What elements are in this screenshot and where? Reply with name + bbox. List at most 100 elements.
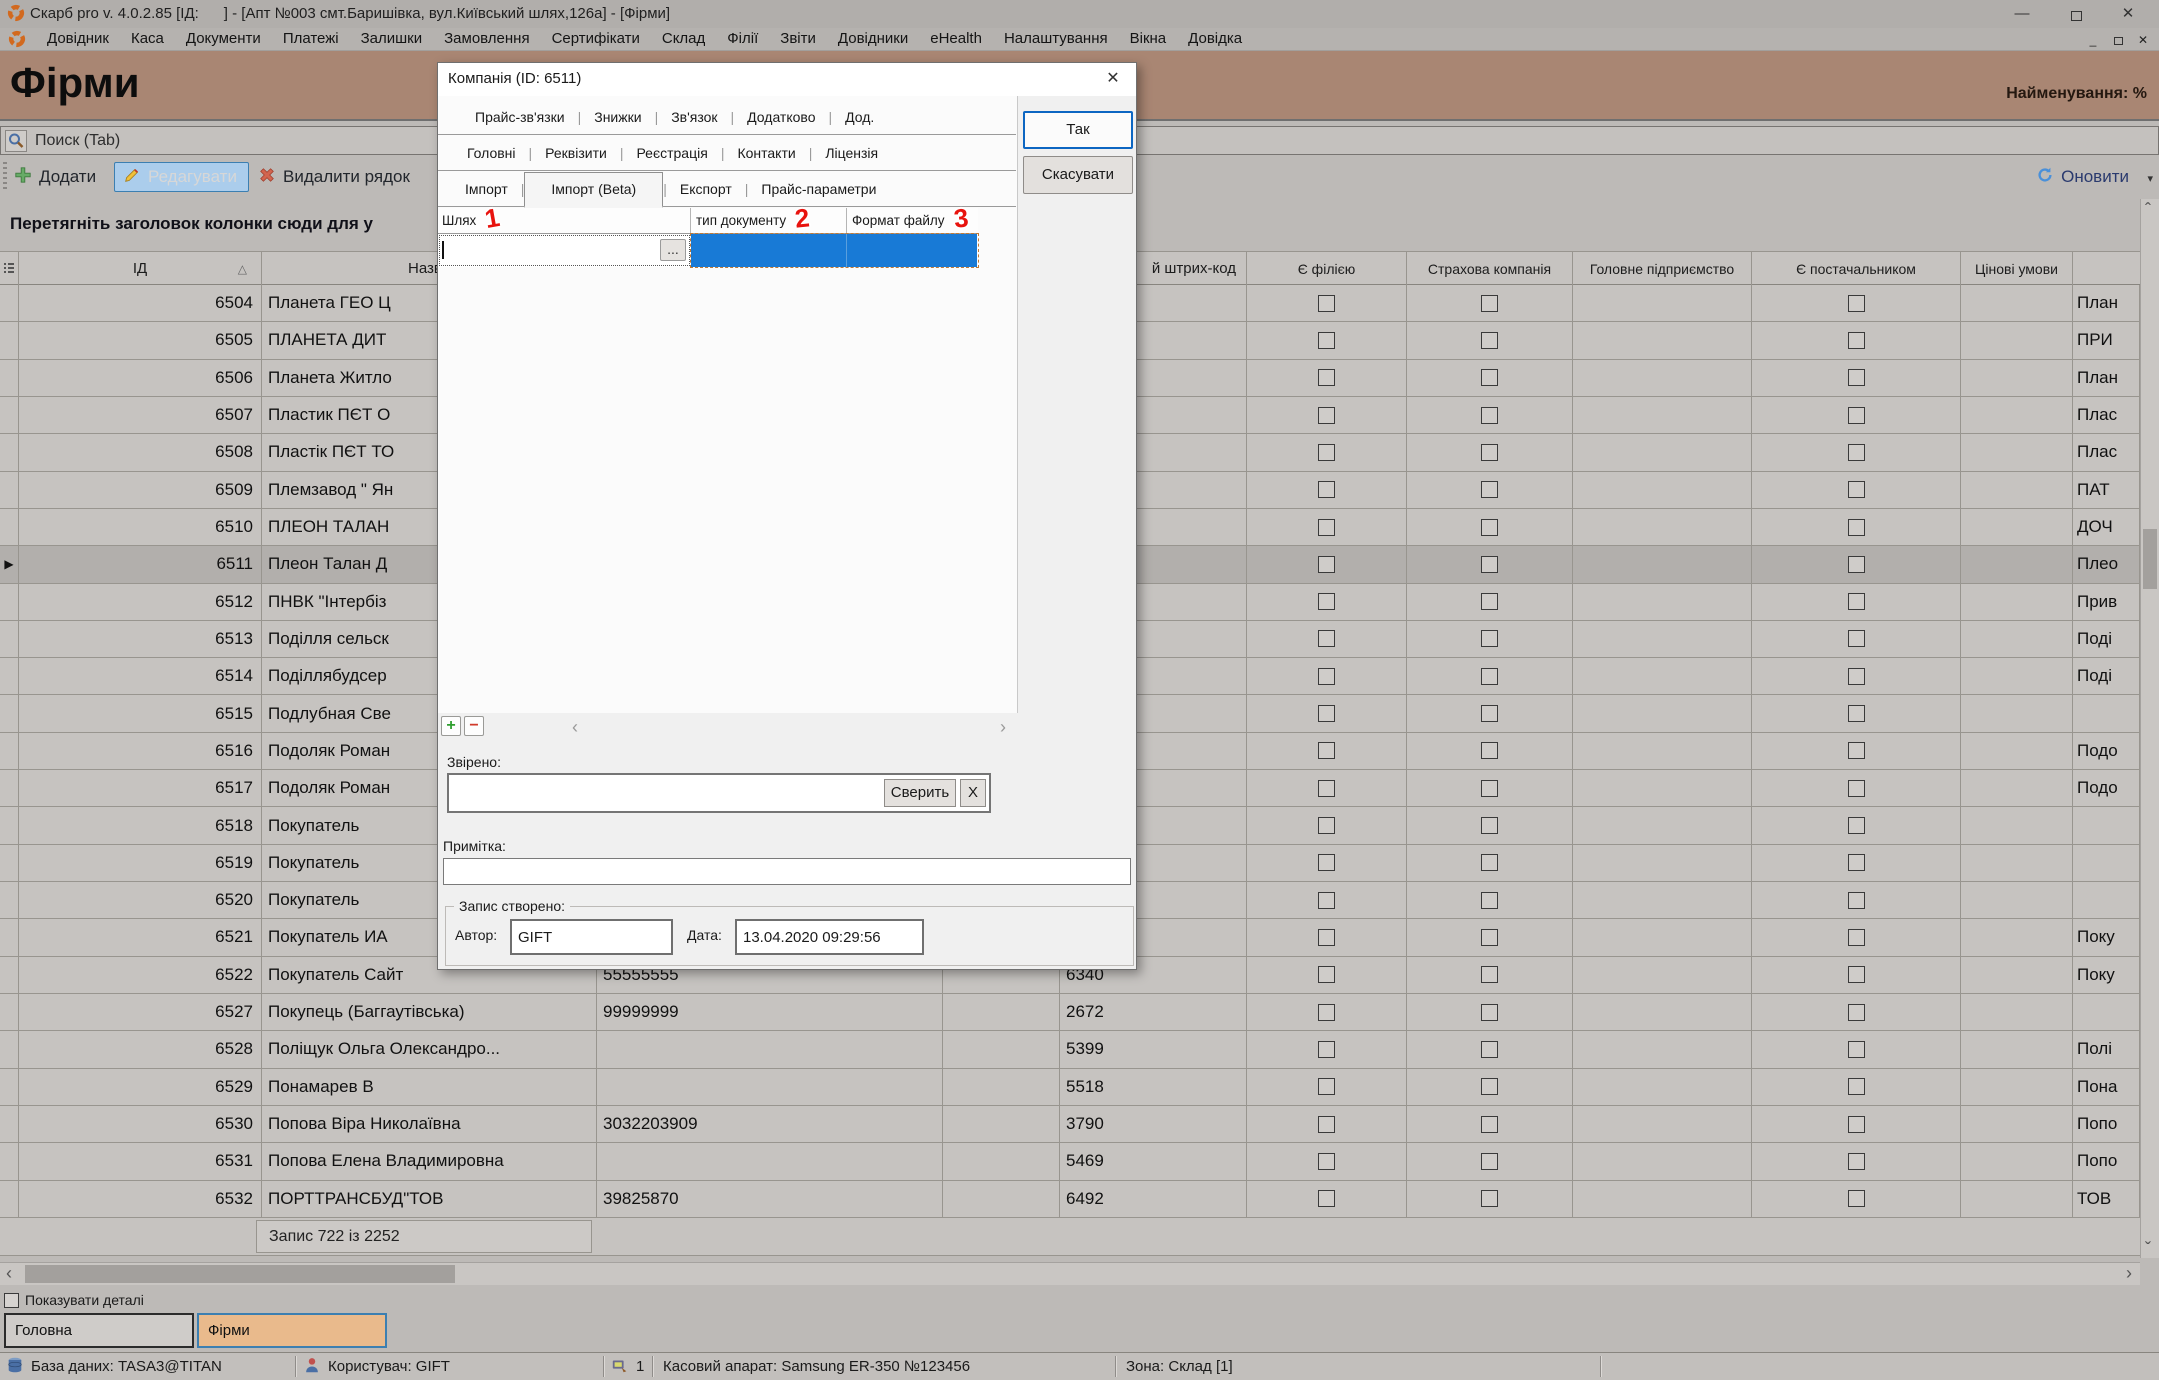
edit-button[interactable]: Редагувати (114, 162, 249, 192)
cell-blank[interactable] (943, 1069, 1060, 1105)
add-row-button[interactable]: + (441, 716, 461, 736)
checkbox[interactable] (1848, 929, 1865, 946)
dialog-tab[interactable]: Прайс-зв'язки (462, 109, 578, 125)
checkbox[interactable] (1481, 407, 1498, 424)
checkbox[interactable] (1481, 1116, 1498, 1133)
dialog-tab[interactable]: Ліцензія (812, 145, 891, 161)
column-header-is-supplier[interactable]: Є постачальником (1752, 252, 1961, 285)
cell-insurance[interactable] (1407, 1143, 1573, 1179)
cell-id[interactable]: 6506 (19, 360, 262, 396)
cell-is-branch[interactable] (1247, 322, 1407, 358)
cell-is-branch[interactable] (1247, 397, 1407, 433)
dialog-tab[interactable]: Знижки (581, 109, 654, 125)
checkbox[interactable] (1318, 481, 1335, 498)
cell-main-company[interactable] (1573, 472, 1752, 508)
cell-price-terms[interactable] (1961, 584, 2073, 620)
cell-edrpou[interactable]: 99999999 (597, 994, 943, 1030)
checkbox[interactable] (1481, 519, 1498, 536)
cell-blank[interactable] (943, 1106, 1060, 1142)
cell-id[interactable]: 6516 (19, 733, 262, 769)
cell-id[interactable]: 6529 (19, 1069, 262, 1105)
checkbox[interactable] (1848, 705, 1865, 722)
cell-barcode[interactable]: 5399 (1060, 1031, 1247, 1067)
menu-item-8[interactable]: Склад (651, 28, 716, 50)
vertical-scrollbar-thumb[interactable] (2143, 529, 2157, 589)
checkbox[interactable] (1481, 668, 1498, 685)
cell-is-supplier[interactable] (1752, 994, 1961, 1030)
cell-insurance[interactable] (1407, 919, 1573, 955)
checkbox[interactable] (1848, 444, 1865, 461)
cell-is-supplier[interactable] (1752, 695, 1961, 731)
cell-is-supplier[interactable] (1752, 882, 1961, 918)
cell-id[interactable]: 6513 (19, 621, 262, 657)
verified-input[interactable]: Сверить X (447, 773, 991, 813)
refresh-button[interactable]: Оновити (2036, 162, 2129, 192)
checkbox[interactable] (1481, 332, 1498, 349)
dialog-tab[interactable]: Реквізити (532, 145, 620, 161)
cell-is-supplier[interactable] (1752, 584, 1961, 620)
cell-insurance[interactable] (1407, 621, 1573, 657)
cell-price-terms[interactable] (1961, 322, 2073, 358)
dialog-tab[interactable]: Зв'язок (658, 109, 730, 125)
cell-is-supplier[interactable] (1752, 621, 1961, 657)
cell-is-branch[interactable] (1247, 733, 1407, 769)
cell-insurance[interactable] (1407, 360, 1573, 396)
scroll-down-icon[interactable]: ˇ (2145, 1240, 2151, 1258)
cell-insurance[interactable] (1407, 695, 1573, 731)
cell-price-terms[interactable] (1961, 434, 2073, 470)
checkbox[interactable] (1481, 817, 1498, 834)
cell-is-branch[interactable] (1247, 285, 1407, 321)
cell-is-branch[interactable] (1247, 994, 1407, 1030)
checkbox[interactable] (1481, 854, 1498, 871)
checkbox[interactable] (1481, 1004, 1498, 1021)
column-header-main-company[interactable]: Головне підприємство (1573, 252, 1752, 285)
cell-main-company[interactable] (1573, 770, 1752, 806)
cell-main-company[interactable] (1573, 845, 1752, 881)
checkbox[interactable] (1318, 742, 1335, 759)
checkbox[interactable] (1318, 444, 1335, 461)
cell-price-terms[interactable] (1961, 546, 2073, 582)
tab-firms[interactable]: Фірми (197, 1313, 387, 1348)
cell-insurance[interactable] (1407, 1181, 1573, 1217)
checkbox[interactable] (1848, 1190, 1865, 1207)
dialog-tab[interactable]: Контакти (724, 145, 808, 161)
cell-id[interactable]: 6508 (19, 434, 262, 470)
dialog-column-format[interactable]: Формат файлу 3 (847, 208, 978, 233)
row-indicator[interactable] (0, 322, 19, 358)
checkbox[interactable] (1848, 966, 1865, 983)
cell-main-company[interactable] (1573, 807, 1752, 843)
row-indicator[interactable] (0, 285, 19, 321)
cell-main-company[interactable] (1573, 957, 1752, 993)
path-input[interactable]: ... (438, 234, 691, 267)
checkbox[interactable] (1848, 593, 1865, 610)
remove-row-button[interactable]: − (464, 716, 484, 736)
cell-blank[interactable] (943, 994, 1060, 1030)
row-indicator[interactable] (0, 621, 19, 657)
cell-main-company[interactable] (1573, 658, 1752, 694)
cell-is-supplier[interactable] (1752, 1143, 1961, 1179)
cell-name[interactable]: Попова Віра Николаївна (262, 1106, 597, 1142)
cell-main-company[interactable] (1573, 434, 1752, 470)
row-indicator[interactable] (0, 397, 19, 433)
cell-is-branch[interactable] (1247, 919, 1407, 955)
checkbox[interactable] (1848, 817, 1865, 834)
column-header-tail[interactable] (2073, 252, 2140, 285)
cell-is-supplier[interactable] (1752, 1069, 1961, 1105)
row-indicator[interactable] (0, 770, 19, 806)
ok-button[interactable]: Так (1023, 111, 1133, 149)
cell-is-branch[interactable] (1247, 658, 1407, 694)
cell-main-company[interactable] (1573, 322, 1752, 358)
checkbox[interactable] (1481, 1078, 1498, 1095)
cell-price-terms[interactable] (1961, 807, 2073, 843)
cell-is-branch[interactable] (1247, 584, 1407, 620)
cell-insurance[interactable] (1407, 285, 1573, 321)
row-indicator[interactable] (0, 695, 19, 731)
cell-main-company[interactable] (1573, 733, 1752, 769)
cell-is-branch[interactable] (1247, 434, 1407, 470)
cell-tail[interactable]: Поді (2073, 621, 2140, 657)
cell-tail[interactable]: Поку (2073, 957, 2140, 993)
checkbox[interactable] (1848, 1116, 1865, 1133)
cell-tail[interactable]: Полі (2073, 1031, 2140, 1067)
cell-tail[interactable]: Пона (2073, 1069, 2140, 1105)
cell-main-company[interactable] (1573, 1069, 1752, 1105)
